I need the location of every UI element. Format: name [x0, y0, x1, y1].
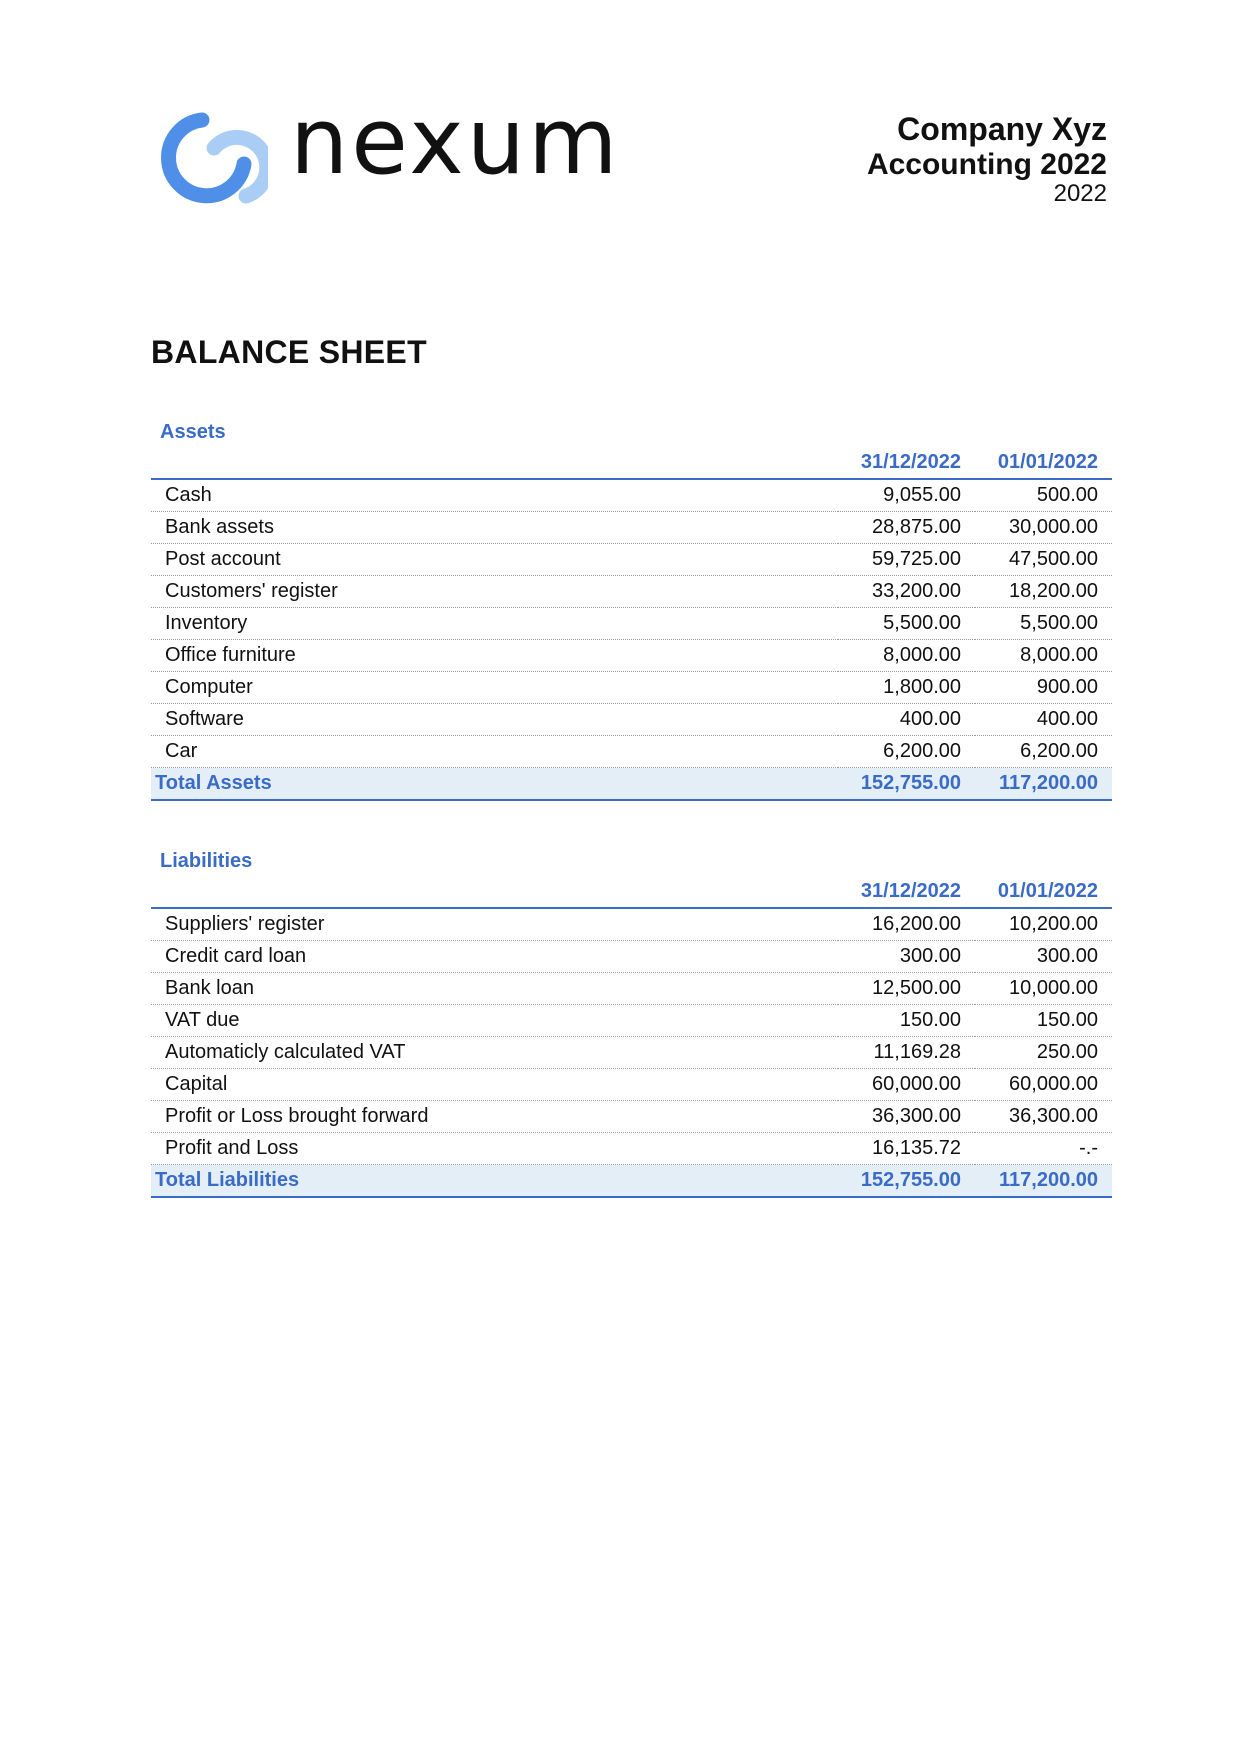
row-label: Cash [151, 479, 838, 512]
row-value-previous: 10,000.00 [975, 972, 1112, 1005]
table-row: Bank assets 28,875.00 30,000.00 [151, 511, 1112, 544]
row-label: Capital [151, 1068, 838, 1101]
assets-title: Assets [160, 421, 226, 443]
table-row: Bank loan 12,500.00 10,000.00 [151, 972, 1112, 1005]
row-value-previous: -.- [975, 1132, 1112, 1165]
row-value-current: 33,200.00 [838, 575, 975, 608]
liabilities-table: 31/12/2022 01/01/2022 Suppliers' registe… [151, 876, 1112, 1198]
row-value-current: 28,875.00 [838, 511, 975, 544]
row-label: Software [151, 703, 838, 736]
row-value-previous: 18,200.00 [975, 575, 1112, 608]
row-value-previous: 30,000.00 [975, 511, 1112, 544]
assets-header-row: 31/12/2022 01/01/2022 [151, 447, 1112, 480]
row-label: Profit or Loss brought forward [151, 1100, 838, 1133]
liabilities-header-row: 31/12/2022 01/01/2022 [151, 876, 1112, 909]
row-value-previous: 250.00 [975, 1036, 1112, 1069]
row-label: VAT due [151, 1004, 838, 1037]
company-block: Company Xyz Accounting 2022 2022 [866, 111, 1107, 208]
assets-col1-header: 31/12/2022 [838, 447, 975, 480]
liabilities-header-label [151, 876, 838, 909]
assets-total-row: Total Assets 152,755.00 117,200.00 [151, 767, 1112, 801]
company-name: Company Xyz [897, 111, 1107, 147]
assets-col2-header: 01/01/2022 [975, 447, 1112, 480]
logo-wordmark: nexum [290, 88, 621, 195]
table-row: Software 400.00 400.00 [151, 703, 1112, 736]
row-value-previous: 150.00 [975, 1004, 1112, 1037]
table-row: Profit or Loss brought forward 36,300.00 3… [151, 1100, 1112, 1133]
row-label: Bank loan [151, 972, 838, 1005]
row-value-current: 400.00 [838, 703, 975, 736]
row-label: Computer [151, 671, 838, 704]
liabilities-total-row: Total Liabilities 152,755.00 117,200.00 [151, 1164, 1112, 1198]
row-label: Credit card loan [151, 940, 838, 973]
table-row: Cash 9,055.00 500.00 [151, 479, 1112, 512]
total-label: Total Liabilities [151, 1164, 838, 1198]
row-value-previous: 10,200.00 [975, 908, 1112, 941]
nexum-logo-icon [161, 112, 268, 204]
table-row: Office furniture 8,000.00 8,000.00 [151, 639, 1112, 672]
document-title: BALANCE SHEET [151, 334, 427, 370]
row-label: Profit and Loss [151, 1132, 838, 1165]
row-value-current: 16,200.00 [838, 908, 975, 941]
total-value-previous: 117,200.00 [975, 767, 1112, 801]
row-value-current: 60,000.00 [838, 1068, 975, 1101]
row-value-current: 12,500.00 [838, 972, 975, 1005]
total-value-previous: 117,200.00 [975, 1164, 1112, 1198]
assets-table: 31/12/2022 01/01/2022 Cash 9,055.00 500.00… [151, 447, 1112, 801]
row-value-current: 300.00 [838, 940, 975, 973]
liabilities-section: Liabilities 31/12/2022 01/01/2022 Suppli… [151, 846, 1112, 1198]
row-label: Customers' register [151, 575, 838, 608]
row-label: Post account [151, 543, 838, 576]
row-value-current: 9,055.00 [838, 479, 975, 512]
row-value-previous: 36,300.00 [975, 1100, 1112, 1133]
row-value-current: 150.00 [838, 1004, 975, 1037]
accounting-title: Accounting 2022 [866, 147, 1107, 181]
table-row: Customers' register 33,200.00 18,200.00 [151, 575, 1112, 608]
row-value-previous: 47,500.00 [975, 543, 1112, 576]
table-row: Credit card loan 300.00 300.00 [151, 940, 1112, 973]
row-value-previous: 300.00 [975, 940, 1112, 973]
nexum-logo: nexum [150, 96, 640, 204]
row-label: Car [151, 735, 838, 768]
table-row: Automaticly calculated VAT 11,169.28 250.0… [151, 1036, 1112, 1069]
total-value-current: 152,755.00 [838, 767, 975, 801]
row-value-previous: 6,200.00 [975, 735, 1112, 768]
assets-section: Assets 31/12/2022 01/01/2022 Cash 9,055.0… [151, 417, 1112, 801]
table-row: Profit and Loss 16,135.72 -.- [151, 1132, 1112, 1165]
row-value-current: 1,800.00 [838, 671, 975, 704]
table-row: Capital 60,000.00 60,000.00 [151, 1068, 1112, 1101]
row-value-previous: 400.00 [975, 703, 1112, 736]
liabilities-title: Liabilities [160, 850, 253, 872]
total-value-current: 152,755.00 [838, 1164, 975, 1198]
table-row: Car 6,200.00 6,200.00 [151, 735, 1112, 768]
table-row: VAT due 150.00 150.00 [151, 1004, 1112, 1037]
row-label: Bank assets [151, 511, 838, 544]
row-value-current: 11,169.28 [838, 1036, 975, 1069]
liabilities-col2-header: 01/01/2022 [975, 876, 1112, 909]
row-value-current: 36,300.00 [838, 1100, 975, 1133]
accounting-year: 2022 [1053, 180, 1107, 208]
row-label: Office furniture [151, 639, 838, 672]
row-value-previous: 900.00 [975, 671, 1112, 704]
row-label: Automaticly calculated VAT [151, 1036, 838, 1069]
row-value-previous: 60,000.00 [975, 1068, 1112, 1101]
total-label: Total Assets [151, 767, 838, 801]
row-value-previous: 500.00 [975, 479, 1112, 512]
assets-header-label [151, 447, 838, 480]
row-value-current: 16,135.72 [838, 1132, 975, 1165]
liabilities-col1-header: 31/12/2022 [838, 876, 975, 909]
row-label: Suppliers' register [151, 908, 838, 941]
row-value-current: 8,000.00 [838, 639, 975, 672]
table-row: Suppliers' register 16,200.00 10,200.00 [151, 908, 1112, 941]
row-label: Inventory [151, 607, 838, 640]
row-value-current: 59,725.00 [838, 543, 975, 576]
row-value-previous: 5,500.00 [975, 607, 1112, 640]
row-value-current: 6,200.00 [838, 735, 975, 768]
row-value-current: 5,500.00 [838, 607, 975, 640]
table-row: Inventory 5,500.00 5,500.00 [151, 607, 1112, 640]
row-value-previous: 8,000.00 [975, 639, 1112, 672]
table-row: Computer 1,800.00 900.00 [151, 671, 1112, 704]
table-row: Post account 59,725.00 47,500.00 [151, 543, 1112, 576]
